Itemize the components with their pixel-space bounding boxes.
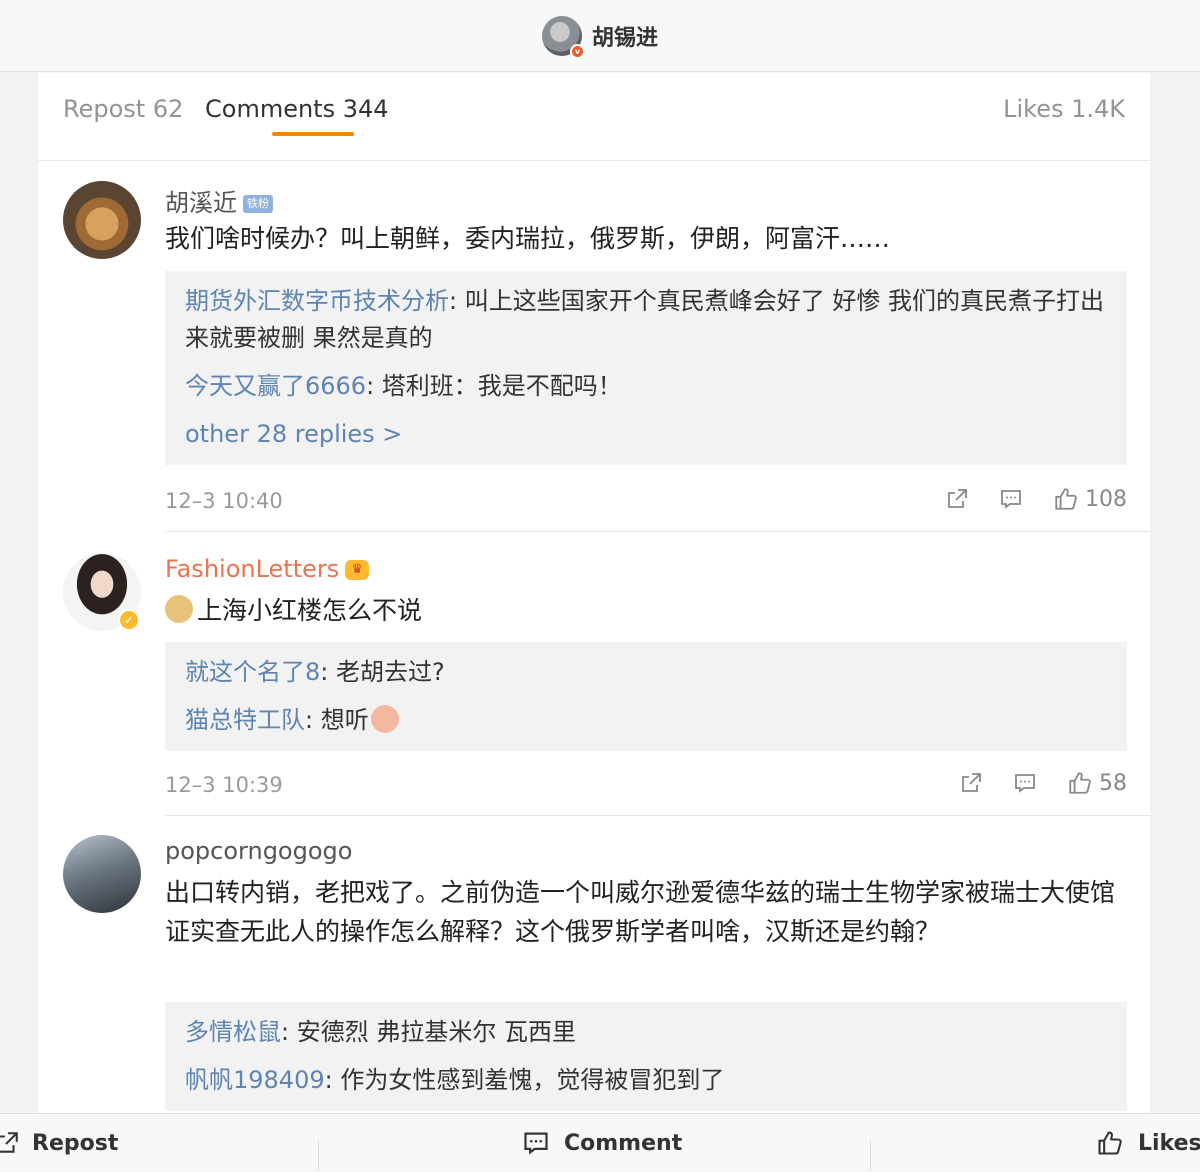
reply-text: : 老胡去过? bbox=[320, 658, 445, 686]
reply-text: : 作为女性感到羞愧，觉得被冒犯到了 bbox=[324, 1066, 725, 1094]
tab-repost[interactable]: Repost 62 bbox=[63, 95, 183, 123]
author-name[interactable]: 胡锡进 bbox=[592, 20, 658, 52]
comment-username[interactable]: popcorngogogo bbox=[165, 837, 352, 865]
like-count: 108 bbox=[1085, 486, 1127, 512]
more-replies-link[interactable]: other 28 replies > bbox=[185, 416, 1107, 453]
bottom-action-bar: Repost Comment Likes bbox=[0, 1113, 1200, 1171]
share-icon[interactable] bbox=[959, 771, 983, 795]
user-avatar[interactable] bbox=[63, 181, 141, 259]
reply-box[interactable]: 就这个名了8: 老胡去过? 猫总特工队: 想听 bbox=[165, 642, 1127, 751]
share-icon[interactable] bbox=[945, 487, 969, 511]
repost-icon bbox=[0, 1132, 18, 1153]
author-avatar[interactable]: v bbox=[541, 15, 585, 59]
comment-text: 上海小红楼怎么不说 bbox=[165, 591, 1135, 630]
comment-actions: 108 bbox=[945, 486, 1127, 512]
comment-actions: 58 bbox=[959, 770, 1127, 796]
reply-username[interactable]: 猫总特工队 bbox=[185, 706, 305, 734]
comments-card: Repost 62 Comments 344 Likes 1.4K 胡溪近 铁粉 … bbox=[38, 73, 1150, 1113]
tab-bar: Repost 62 Comments 344 Likes 1.4K bbox=[38, 73, 1150, 161]
reply-item[interactable]: 帆帆198409: 作为女性感到羞愧，觉得被冒犯到了 bbox=[185, 1062, 1107, 1099]
verified-gold-icon: ✓ bbox=[118, 609, 140, 631]
reply-box[interactable]: 期货外汇数字币技术分析: 叫上这些国家开个真民煮峰会好了 好惨 我们的真民煮子打… bbox=[165, 271, 1127, 465]
reply-item[interactable]: 猫总特工队: 想听 bbox=[185, 702, 1107, 739]
reply-text: : 想听 bbox=[305, 706, 369, 734]
reply-text: : 安德烈 弗拉基米尔 瓦西里 bbox=[281, 1018, 576, 1046]
active-tab-indicator bbox=[272, 132, 354, 136]
like-icon[interactable] bbox=[1053, 486, 1079, 512]
tab-comments[interactable]: Comments 344 bbox=[205, 95, 389, 123]
comment-text: 我们啥时候办？叫上朝鲜，委内瑞拉，俄罗斯，伊朗，阿富汗…… bbox=[165, 224, 891, 253]
comment-username[interactable]: FashionLetters bbox=[165, 555, 339, 583]
reply-username[interactable]: 帆帆198409 bbox=[185, 1066, 325, 1094]
vip-crown-icon: ♛ bbox=[345, 560, 370, 580]
reply-item[interactable]: 多情松鼠: 安德烈 弗拉基米尔 瓦西里 bbox=[185, 1014, 1107, 1051]
reply-username[interactable]: 多情松鼠 bbox=[185, 1018, 281, 1046]
like-icon[interactable] bbox=[1067, 770, 1093, 796]
fan-badge: 铁粉 bbox=[243, 195, 273, 213]
reply-box[interactable]: 多情松鼠: 安德烈 弗拉基米尔 瓦西里 帆帆198409: 作为女性感到羞愧，觉… bbox=[165, 1002, 1127, 1111]
emoji-icon bbox=[370, 705, 399, 733]
likes-button[interactable]: Likes bbox=[1096, 1114, 1200, 1172]
comment-button[interactable]: Comment bbox=[522, 1114, 682, 1172]
verified-badge-icon: v bbox=[569, 43, 585, 59]
tab-likes[interactable]: Likes 1.4K bbox=[1003, 95, 1125, 123]
comment-label: Comment bbox=[564, 1130, 683, 1156]
divider bbox=[165, 531, 1150, 532]
comment-text: 出口转内销，老把戏了。之前伪造一个叫威尔逊爱德华兹的瑞士生物学家被瑞士大使馆证实… bbox=[165, 878, 1116, 946]
divider bbox=[165, 815, 1150, 816]
comment-user-line: FashionLetters ♛ bbox=[165, 555, 370, 583]
reply-item[interactable]: 期货外汇数字币技术分析: 叫上这些国家开个真民煮峰会好了 好惨 我们的真民煮子打… bbox=[185, 283, 1107, 357]
user-avatar[interactable] bbox=[63, 835, 141, 913]
comment-user-line: 胡溪近 铁粉 bbox=[165, 183, 273, 218]
like-icon bbox=[1098, 1131, 1122, 1155]
likes-label: Likes bbox=[1138, 1130, 1200, 1156]
doge-emoji-icon bbox=[165, 595, 193, 623]
reply-username[interactable]: 今天又赢了6666 bbox=[185, 372, 366, 400]
separator bbox=[870, 1140, 871, 1170]
top-bar: v 胡锡进 bbox=[0, 0, 1200, 72]
comment-text-content: 上海小红楼怎么不说 bbox=[197, 596, 423, 625]
like-count: 58 bbox=[1099, 770, 1127, 796]
repost-label: Repost bbox=[32, 1130, 119, 1156]
comment-time: 12–3 10:40 bbox=[165, 489, 283, 513]
comment-icon bbox=[524, 1132, 548, 1155]
comment-time: 12–3 10:39 bbox=[165, 773, 283, 797]
comment-username[interactable]: 胡溪近 bbox=[165, 189, 237, 217]
comment-meta: 12–3 10:39 58 bbox=[165, 770, 1127, 800]
reply-icon[interactable] bbox=[999, 487, 1023, 511]
reply-text: : 塔利班：我是不配吗！ bbox=[366, 372, 622, 400]
reply-username[interactable]: 就这个名了8 bbox=[185, 658, 320, 686]
reply-item[interactable]: 就这个名了8: 老胡去过? bbox=[185, 654, 1107, 691]
repost-button[interactable]: Repost bbox=[0, 1114, 118, 1172]
separator bbox=[318, 1140, 319, 1170]
reply-icon[interactable] bbox=[1013, 771, 1037, 795]
reply-username[interactable]: 期货外汇数字币技术分析 bbox=[185, 287, 449, 315]
comment-meta: 12–3 10:40 108 bbox=[165, 486, 1127, 516]
reply-item[interactable]: 今天又赢了6666: 塔利班：我是不配吗！ bbox=[185, 368, 1107, 405]
